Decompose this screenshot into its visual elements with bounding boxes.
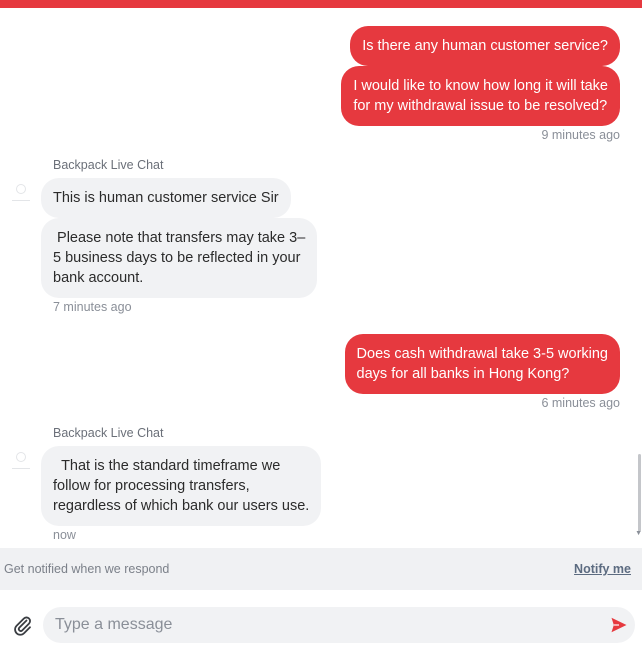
notify-text: Get notified when we respond xyxy=(4,562,170,576)
message-timestamp: 9 minutes ago xyxy=(541,128,620,142)
user-message-bubble: Is there any human customer service? xyxy=(350,26,620,66)
agent-avatar-icon xyxy=(10,182,32,204)
scroll-down-arrow-icon[interactable]: ▼ xyxy=(635,530,642,538)
agent-message-bubble: This is human customer service Sir xyxy=(41,178,291,218)
agent-sender-name: Backpack Live Chat xyxy=(53,158,164,172)
message-composer xyxy=(0,590,642,650)
user-message-bubble: Does cash withdrawal take 3-5 working da… xyxy=(344,334,620,394)
paperclip-icon[interactable] xyxy=(12,614,32,636)
message-input[interactable] xyxy=(55,613,595,637)
message-input-container xyxy=(43,607,635,643)
message-timestamp: now xyxy=(53,528,76,542)
notify-me-link[interactable]: Notify me xyxy=(574,562,631,576)
send-arrow-icon[interactable] xyxy=(610,616,628,634)
agent-message-bubble: That is the standard timeframe we follow… xyxy=(41,446,322,526)
user-message-bubble: I would like to know how long it will ta… xyxy=(341,66,620,126)
chat-transcript[interactable]: Is there any human customer service? I w… xyxy=(0,8,642,548)
agent-sender-name: Backpack Live Chat xyxy=(53,426,164,440)
chat-scrollbar[interactable]: ▼ xyxy=(635,8,642,548)
top-accent-bar xyxy=(0,0,642,8)
agent-avatar-icon xyxy=(10,450,32,472)
message-timestamp: 6 minutes ago xyxy=(541,396,620,410)
message-timestamp: 7 minutes ago xyxy=(53,300,132,314)
notify-bar: Get notified when we respond Notify me xyxy=(0,548,642,590)
scrollbar-thumb[interactable] xyxy=(638,454,641,532)
agent-message-bubble: Please note that transfers may take 3– 5… xyxy=(41,218,318,298)
